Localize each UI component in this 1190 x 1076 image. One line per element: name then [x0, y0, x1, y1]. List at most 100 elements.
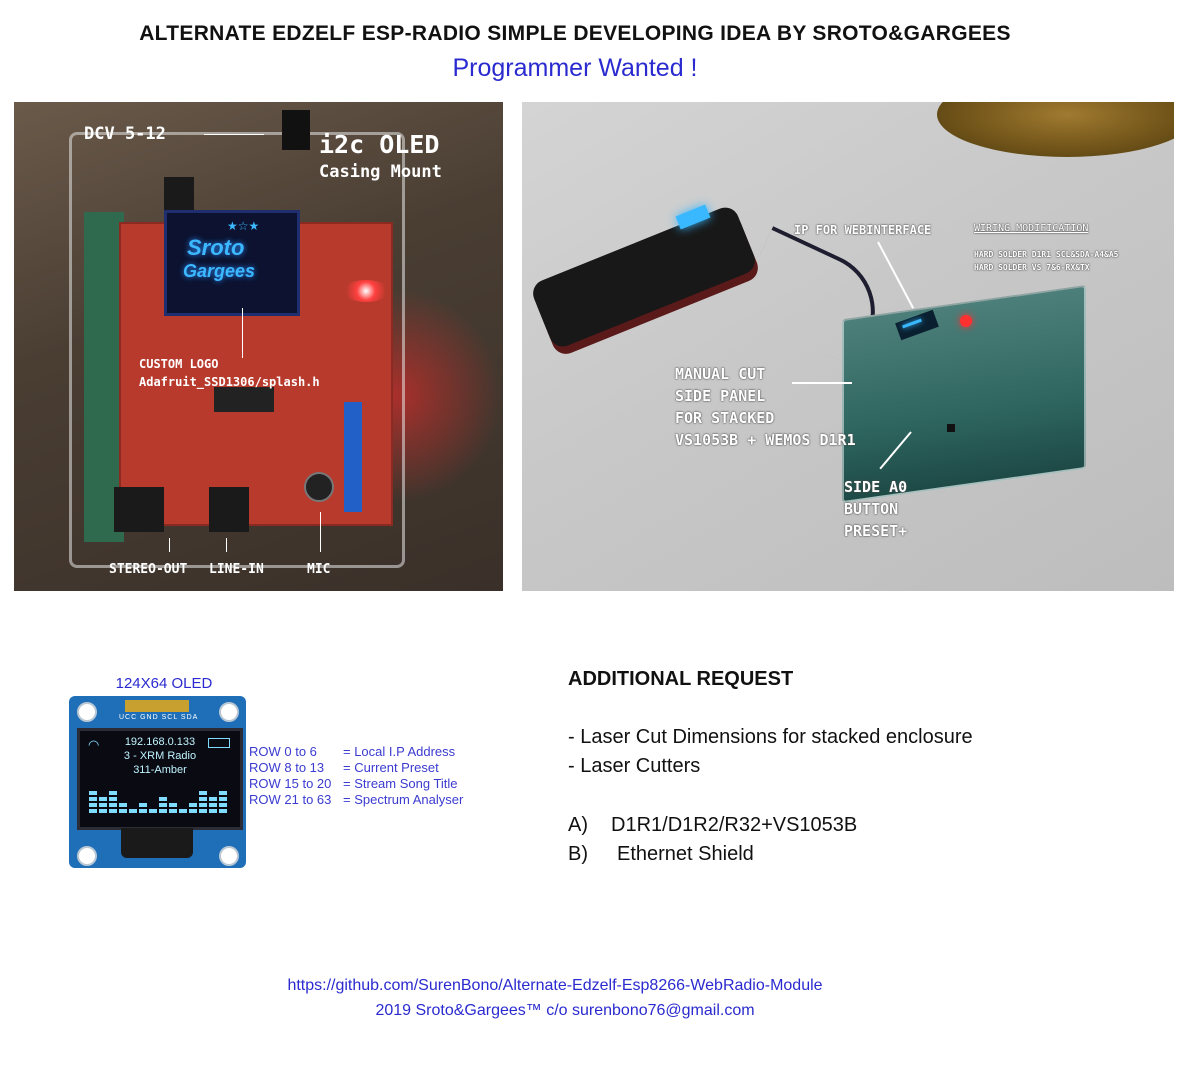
spectrum-bar-segment [109, 791, 117, 795]
oled-module-title: 124X64 OLED [115, 675, 213, 692]
spectrum-bar-segment [199, 803, 207, 807]
mic-component [304, 472, 334, 502]
spectrum-bar-segment [109, 809, 117, 813]
spectrum-analyser [88, 783, 232, 813]
leader-line [169, 538, 170, 552]
leader-line [242, 308, 243, 358]
request-item-2: - Laser Cutters [568, 755, 701, 777]
power-bank [528, 203, 760, 351]
spectrum-bar-segment [209, 803, 217, 807]
stereo-out-jack [114, 487, 164, 532]
device-photo-left: Sroto Gargees ★☆★ DCV 5-12 i2c OLED Casi… [14, 102, 503, 591]
spectrum-bar-segment [99, 803, 107, 807]
line-in-label: LINE-IN [209, 562, 264, 577]
pin-header [125, 700, 189, 712]
oled-display: ◠ 192.168.0.133 3 - XRM Radio 311-Amber [77, 728, 243, 830]
leader-line [320, 512, 321, 552]
mount-hole [219, 702, 239, 722]
blue-header [344, 402, 362, 512]
chip [214, 387, 274, 412]
row-desc-2: = Current Preset [343, 760, 439, 775]
mount-hole [77, 702, 97, 722]
spectrum-bar-segment [189, 803, 197, 807]
usb-connector [282, 110, 310, 150]
power-label: DCV 5-12 [84, 124, 166, 144]
side-a0-line2: BUTTON [844, 500, 899, 518]
oled-preset-line: 3 - XRM Radio [123, 750, 197, 762]
manual-cut-line1: MANUAL CUT [675, 365, 766, 383]
spectrum-bar-segment [119, 809, 127, 813]
mount-hole [219, 846, 239, 866]
side-button [947, 424, 955, 432]
spectrum-bar-segment [199, 791, 207, 795]
manual-cut-line4: VS1053B + WEMOS D1R1 [675, 431, 856, 449]
option-b-text: Ethernet Shield [617, 843, 754, 865]
wiring-title: WIRING MODIFICATION [974, 223, 1089, 234]
spectrum-bar-segment [119, 803, 127, 807]
leader-line [204, 134, 264, 135]
stereo-out-label: STEREO-OUT [109, 562, 188, 577]
logo-bottom: Gargees [183, 261, 256, 281]
leader-line [226, 538, 227, 552]
side-a0-line1: SIDE A0 [844, 478, 908, 496]
page-subtitle: Programmer Wanted ! [452, 54, 698, 82]
spectrum-bar-segment [109, 803, 117, 807]
spectrum-bar-segment [129, 809, 137, 813]
spectrum-bar-segment [89, 791, 97, 795]
row-desc-1: = Local I.P Address [343, 744, 456, 759]
ribbon-connector [121, 828, 193, 858]
ip-label: IP FOR WEBINTERFACE [794, 223, 932, 237]
row-label-4: ROW 21 to 63 [249, 792, 332, 807]
spectrum-bar-segment [139, 803, 147, 807]
row-label-3: ROW 15 to 20 [249, 776, 332, 791]
spectrum-bar-segment [199, 809, 207, 813]
manual-cut-line3: FOR STACKED [675, 409, 775, 427]
spectrum-bar-segment [219, 791, 227, 795]
spectrum-bar-segment [89, 809, 97, 813]
spectrum-bar-segment [149, 809, 157, 813]
spectrum-bar-segment [219, 803, 227, 807]
row-label-1: ROW 0 to 6 [249, 744, 317, 759]
spectrum-bar-segment [169, 803, 177, 807]
spectrum-bar-segment [189, 809, 197, 813]
side-a0-line3: PRESET+ [844, 522, 908, 540]
option-a-text: D1R1/D1R2/R32+VS1053B [611, 814, 858, 836]
mount-hole [77, 846, 97, 866]
oled-sublabel: Casing Mount [319, 162, 442, 182]
wiring-line2: HARD SOLDER VS 7&6-RX&TX [974, 263, 1090, 272]
github-link[interactable]: https://github.com/SurenBono/Alternate-E… [0, 977, 1110, 995]
row-desc-3: = Stream Song Title [343, 776, 458, 791]
leader-line [877, 241, 915, 309]
wiring-line1: HARD SOLDER D1R1 SCL&SDA-A4&A5 [974, 250, 1119, 259]
request-title: ADDITIONAL REQUEST [568, 668, 794, 690]
mic-label: MIC [307, 562, 331, 577]
spectrum-bar-segment [199, 797, 207, 801]
page-title: ALTERNATE EDZELF ESP-RADIO SIMPLE DEVELO… [139, 22, 1011, 45]
oled-module: UCC GND SCL SDA ◠ 192.168.0.133 3 - XRM … [69, 696, 246, 868]
spectrum-bar-segment [159, 803, 167, 807]
logo-top: Sroto [187, 235, 245, 260]
spectrum-bar-segment [99, 809, 107, 813]
spectrum-bar-segment [209, 797, 217, 801]
oled-song-line: 311-Amber [133, 764, 187, 776]
spectrum-bar-segment [219, 797, 227, 801]
spectrum-bar-segment [99, 797, 107, 801]
custom-logo-label: CUSTOM LOGO [139, 357, 219, 371]
splash-label: Adafruit_SSD1306/splash.h [139, 375, 320, 389]
star-icon: ★☆★ [227, 219, 260, 233]
oled-label: i2c OLED [319, 130, 440, 159]
row-label-2: ROW 8 to 13 [249, 760, 325, 775]
pin-labels: UCC GND SCL SDA [119, 714, 199, 721]
oled-ip-line: 192.168.0.133 [124, 736, 196, 748]
option-a-label: A) [568, 814, 588, 836]
background-object [937, 102, 1174, 157]
red-led [342, 280, 390, 302]
device-photo-right: IP FOR WEBINTERFACE WIRING MODIFICATION … [522, 102, 1174, 591]
leader-line [792, 382, 852, 384]
spectrum-bar-segment [159, 797, 167, 801]
spectrum-bar-segment [159, 809, 167, 813]
spectrum-bar-segment [109, 797, 117, 801]
spectrum-bar-segment [89, 803, 97, 807]
spectrum-bar-segment [209, 809, 217, 813]
request-item-1: - Laser Cut Dimensions for stacked enclo… [568, 726, 973, 748]
